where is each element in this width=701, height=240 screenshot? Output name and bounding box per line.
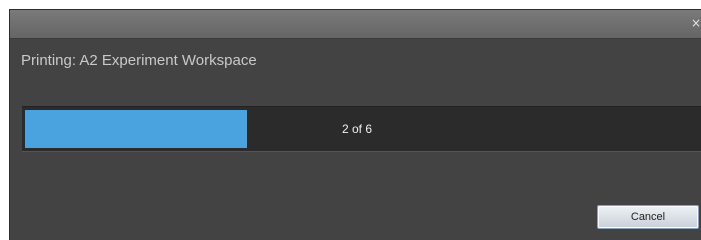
progress-fill xyxy=(25,110,247,148)
dialog-titlebar[interactable]: × xyxy=(10,10,701,39)
progress-bar: 2 of 6 xyxy=(22,106,701,152)
progress-text: 2 of 6 xyxy=(342,122,373,136)
print-progress-dialog: × Printing: A2 Experiment Workspace 2 of… xyxy=(9,9,701,240)
dialog-title: Printing: A2 Experiment Workspace xyxy=(21,52,257,69)
close-icon[interactable]: × xyxy=(691,16,701,30)
cancel-button[interactable]: Cancel xyxy=(597,205,699,229)
